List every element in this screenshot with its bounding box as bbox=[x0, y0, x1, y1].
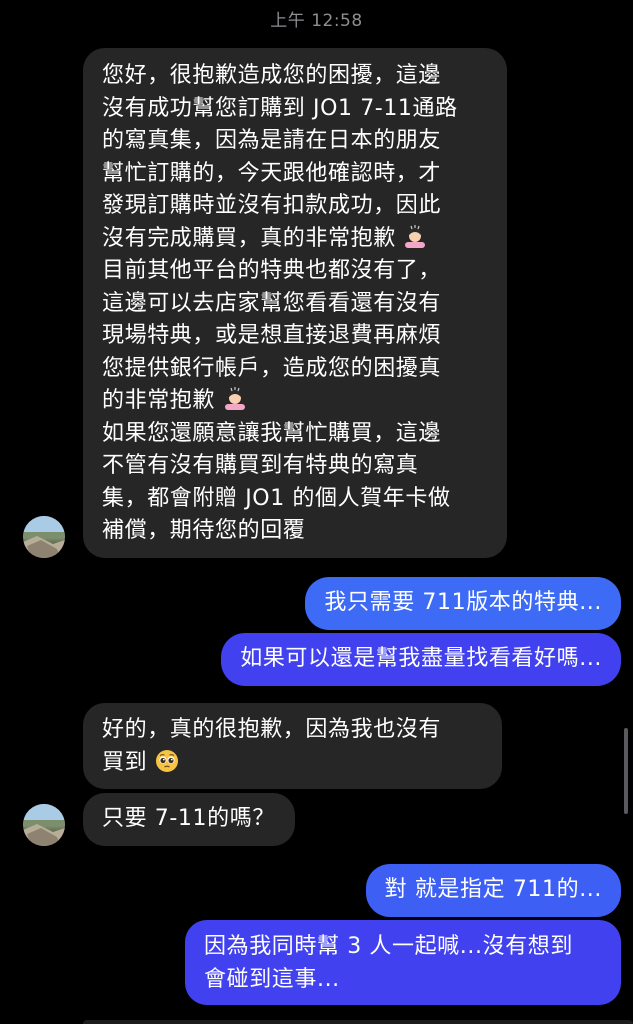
outgoing-message-bubble[interactable]: 因為我同時幫 3 人一起喊...沒有想到 會碰到這事... bbox=[185, 920, 621, 1005]
landscape-avatar-image bbox=[23, 516, 65, 558]
person-bowing-emoji bbox=[224, 387, 245, 410]
message-line-with-emoji: 沒有完成購買，真的非常抱歉 bbox=[102, 223, 489, 256]
message-line: 沒有完成購買，真的非常抱歉 bbox=[102, 225, 396, 251]
landscape-avatar-image bbox=[23, 804, 65, 846]
message-line-with-emoji: 的非常抱歉 bbox=[102, 385, 489, 418]
message-timestamp: 上午 12:58 bbox=[270, 11, 363, 31]
sender-avatar[interactable] bbox=[23, 804, 65, 846]
incoming-message-bubble[interactable]: 只要 7-11的嗎？ bbox=[83, 793, 295, 846]
message-text: 對 就是指定 711的... bbox=[384, 877, 602, 902]
message-line: 不管有沒有購買到有特典的寫真 bbox=[102, 453, 419, 478]
message-line: 集，都會附贈 JO1 的個人賀年卡做 bbox=[102, 485, 451, 511]
message-line: 補償，期待您的回覆 bbox=[102, 518, 306, 543]
outgoing-message-bubble[interactable]: 我只需要 711版本的特典... bbox=[305, 577, 621, 630]
message-line: 如果您還願意讓我幫忙購買，這邊 bbox=[102, 420, 442, 446]
message-line: 好的，真的很抱歉，因為我也沒有 bbox=[102, 717, 442, 742]
message-line: 現場特典，或是想直接退費再麻煩 bbox=[102, 323, 442, 348]
message-line: 您好，很抱歉造成您的困擾，這邊 bbox=[102, 63, 442, 88]
message-line: 沒有成功幫您訂購到 JO1 7-11通路 bbox=[102, 95, 458, 121]
message-line: 目前其他平台的特典也都沒有了， bbox=[102, 258, 442, 283]
message-line: 發現訂購時並沒有扣款成功，因此 bbox=[102, 193, 442, 218]
message-line: 因為我同時幫 3 人一起喊...沒有想到 bbox=[204, 934, 573, 959]
message-line: 會碰到這事... bbox=[204, 966, 340, 992]
message-line: 您提供銀行帳戶，造成您的困擾真 bbox=[102, 355, 442, 381]
outgoing-message-bubble[interactable]: 對 就是指定 711的... bbox=[365, 864, 621, 917]
message-line: 的寫真集，因為是請在日本的朋友 bbox=[102, 128, 442, 153]
incoming-message-bubble[interactable]: 您好，很抱歉造成您的困擾，這邊 沒有成功幫您訂購到 JO1 7-11通路 的寫真… bbox=[83, 48, 507, 558]
sender-avatar[interactable] bbox=[23, 516, 65, 558]
message-line: 幫忙訂購的，今天跟他確認時，才 bbox=[102, 160, 442, 186]
scrollbar-thumb[interactable] bbox=[624, 728, 628, 814]
message-line: 的非常抱歉 bbox=[102, 388, 216, 413]
message-line: 這邊可以去店家幫您看看還有沒有 bbox=[102, 290, 442, 316]
person-bowing-emoji bbox=[405, 224, 426, 248]
composer-edge bbox=[83, 1020, 633, 1024]
pleading-face-emoji bbox=[155, 749, 178, 772]
message-line-with-emoji: 買到 bbox=[102, 747, 484, 780]
message-text: 只要 7-11的嗎？ bbox=[102, 806, 275, 831]
outgoing-message-bubble[interactable]: 如果可以還是幫我盡量找看看好嗎... bbox=[221, 633, 621, 686]
message-text: 我只需要 711版本的特典... bbox=[324, 590, 602, 615]
incoming-message-bubble[interactable]: 好的，真的很抱歉，因為我也沒有 買到 bbox=[83, 703, 502, 789]
message-line: 買到 bbox=[102, 749, 148, 775]
message-text: 如果可以還是幫我盡量找看看好嗎... bbox=[240, 646, 602, 671]
